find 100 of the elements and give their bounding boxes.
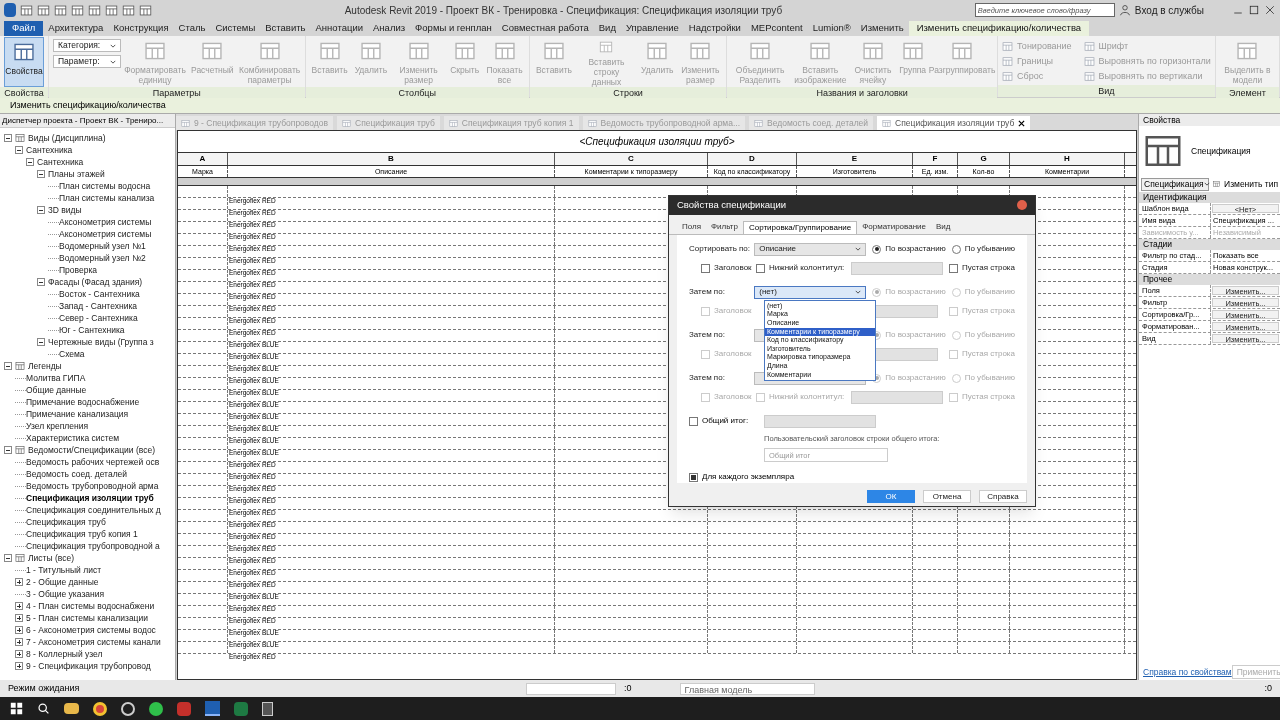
tree-item[interactable]: Север - Сантехника <box>59 312 138 324</box>
expand-icon[interactable] <box>15 614 23 622</box>
collapse-icon[interactable] <box>4 554 12 562</box>
tree-item[interactable]: Аксонометрия системы <box>59 216 152 228</box>
expand-icon[interactable] <box>15 638 23 646</box>
folder-icon[interactable] <box>64 703 79 714</box>
dialog-tab[interactable]: Поля <box>677 220 707 234</box>
collapse-icon[interactable] <box>15 146 23 154</box>
ribbon-tab[interactable]: Изменить <box>855 21 909 36</box>
tree-item[interactable]: Спецификация трубопроводной а <box>26 540 160 552</box>
tree-item[interactable]: Спецификация соединительных д <box>26 504 161 516</box>
checkbox[interactable] <box>689 472 698 482</box>
radio-button[interactable] <box>951 244 961 254</box>
tree-item[interactable]: Ведомость трубопроводной арма <box>26 480 159 492</box>
spreadsheet-icon[interactable] <box>234 701 248 716</box>
tree-item[interactable]: Общие данные <box>26 384 87 396</box>
dialog-button[interactable]: Справка <box>979 490 1027 504</box>
collapse-icon[interactable] <box>4 362 12 370</box>
tree-item[interactable]: Узел крепления <box>26 420 88 432</box>
calculator-icon[interactable] <box>262 701 273 716</box>
checkbox[interactable] <box>949 263 959 273</box>
tree-item[interactable]: 6 - Аксонометрия системы водос <box>26 624 156 636</box>
ribbon-tab[interactable]: Архитектура <box>43 21 109 36</box>
tree-item[interactable]: 9 - Спецификация трубопровод <box>26 660 151 672</box>
dialog-tab[interactable]: Сортировка/Группирование <box>742 220 858 234</box>
ribbon-tab[interactable]: Системы <box>210 21 261 36</box>
tree-item[interactable]: Аксонометрия системы <box>59 228 152 240</box>
column-letter[interactable]: D <box>749 153 755 165</box>
tree-item[interactable]: Ведомость соед. деталей <box>26 468 128 480</box>
ribbon-tab[interactable]: Вид <box>593 21 621 36</box>
document-tab[interactable]: Спецификация изоляции труб <box>877 116 1031 130</box>
tree-item[interactable]: Молитва ГИПА <box>26 372 86 384</box>
ribbon-tab[interactable]: Формы и генплан <box>410 21 497 36</box>
close-icon[interactable] <box>1018 119 1026 127</box>
tree-item[interactable]: Фасады (Фасад здания) <box>48 276 143 288</box>
tree-item[interactable]: Листы (все) <box>28 552 74 564</box>
dialog-tab[interactable]: Форматирование <box>857 220 931 234</box>
ribbon-tab[interactable]: MEPcontent <box>745 21 808 36</box>
ribbon-dropdown[interactable]: Категория: <box>53 39 121 52</box>
collapse-icon[interactable] <box>4 446 12 454</box>
tree-item[interactable]: Спецификация труб копия 1 <box>26 528 138 540</box>
ribbon-tab[interactable]: Сталь <box>173 21 211 36</box>
expand-icon[interactable] <box>15 578 23 586</box>
windows-icon[interactable] <box>10 702 23 715</box>
dialog-button[interactable]: Отмена <box>923 490 971 504</box>
collapse-icon[interactable] <box>37 206 45 214</box>
tree-item[interactable]: Водомерный узел №2 <box>59 252 146 264</box>
workset-field[interactable] <box>526 682 616 695</box>
dialog-button[interactable]: ОК <box>867 490 915 504</box>
column-letter[interactable]: A <box>199 153 206 165</box>
ribbon-dropdown[interactable]: Параметр: <box>53 55 121 68</box>
sort-dropdown[interactable]: Описание <box>754 242 867 256</box>
ribbon-tab[interactable]: Lumion® <box>807 21 856 36</box>
ribbon-button[interactable]: Свойства <box>4 37 44 87</box>
tree-item[interactable]: Примечание канализация <box>26 408 129 420</box>
app-logo[interactable] <box>4 3 16 17</box>
tree-item[interactable]: План системы канализа <box>59 192 155 204</box>
tree-item[interactable]: Сантехника <box>26 144 73 156</box>
tree-item[interactable]: Запад - Сантехника <box>59 300 138 312</box>
ribbon-tab[interactable]: Управление <box>620 21 684 36</box>
checkbox[interactable] <box>689 416 698 426</box>
model-dropdown[interactable]: Главная модель <box>679 682 815 695</box>
tree-item[interactable]: Ведомость рабочих чертежей осв <box>26 456 160 468</box>
ribbon-tab[interactable]: Аннотации <box>310 21 368 36</box>
tree-item[interactable]: Планы этажей <box>48 168 105 180</box>
tree-item[interactable]: 3D виды <box>48 204 82 216</box>
tree-item[interactable]: Виды (Дисциплина) <box>28 132 106 144</box>
tree-item[interactable]: Схема <box>59 348 85 360</box>
tree-item[interactable]: Ведомости/Спецификации (все) <box>28 444 155 456</box>
column-letter[interactable]: E <box>851 153 858 165</box>
tree-item[interactable]: Примечание водоснабжение <box>26 396 140 408</box>
tree-item[interactable]: Водомерный узел №1 <box>59 240 146 252</box>
ribbon-tab[interactable]: Анализ <box>368 21 411 36</box>
expand-icon[interactable] <box>15 626 23 634</box>
sign-in-link[interactable]: Вход в службы <box>1134 2 1204 18</box>
search-icon[interactable] <box>37 702 50 715</box>
column-letter[interactable]: B <box>388 153 394 165</box>
ribbon-tab[interactable]: Файл <box>4 21 44 36</box>
dialog-tab[interactable]: Фильтр <box>706 220 743 234</box>
tree-item[interactable]: 4 - План системы водоснабжени <box>26 600 155 612</box>
edit-type-button[interactable]: Изменить тип <box>1224 177 1278 191</box>
expand-icon[interactable] <box>15 602 23 610</box>
collapse-icon[interactable] <box>26 158 34 166</box>
checkbox[interactable] <box>756 263 766 273</box>
tree-item[interactable]: 2 - Общие данные <box>26 576 99 588</box>
tree-item[interactable]: 5 - План системы канализации <box>26 612 148 624</box>
expand-icon[interactable] <box>15 662 23 670</box>
collapse-icon[interactable] <box>37 170 45 178</box>
collapse-icon[interactable] <box>37 338 45 346</box>
ribbon-tab[interactable]: Изменить спецификацию/количества <box>908 21 1090 36</box>
ribbon-tab[interactable]: Совместная работа <box>496 21 594 36</box>
column-letter[interactable]: H <box>1064 153 1070 165</box>
dialog-tab[interactable]: Вид <box>931 220 956 234</box>
tree-item[interactable]: Сантехника <box>37 156 84 168</box>
app-icon[interactable] <box>121 701 135 716</box>
tree-item[interactable]: 8 - Коллерный узел <box>26 648 103 660</box>
tree-item[interactable]: 3 - Общие указания <box>26 588 105 600</box>
help-link[interactable]: Справка по свойствам <box>1143 665 1232 679</box>
collapse-icon[interactable] <box>4 134 12 142</box>
tree-item[interactable]: Проверка <box>59 264 98 276</box>
